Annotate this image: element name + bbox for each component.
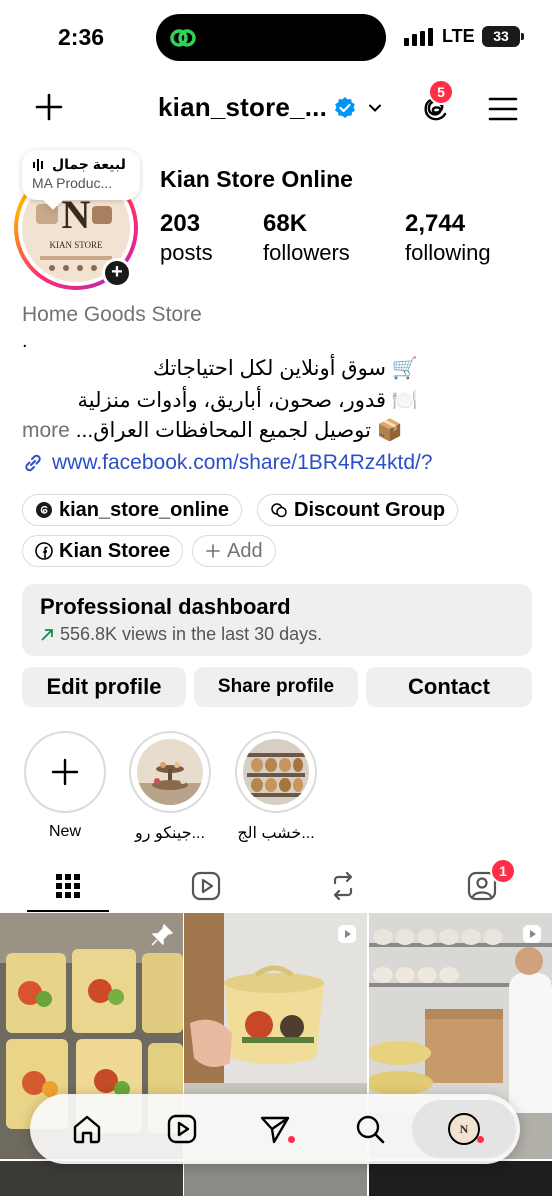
network-type: LTE — [442, 26, 475, 46]
profile-link-text: www.facebook.com/share/1BR4Rz4ktd/? — [52, 451, 433, 474]
reposts-icon[interactable] — [327, 870, 359, 902]
pinned-icon — [151, 924, 173, 946]
post-thumbnail[interactable] — [369, 1161, 552, 1196]
status-bar: 2:36 LTE 33 — [0, 0, 552, 70]
profile-avatar-icon[interactable]: N — [447, 1112, 481, 1146]
bio-line-truncated[interactable]: more 📦 توصيل لجميع المحافظات العراق... — [22, 418, 403, 443]
highlight-label: New — [48, 823, 81, 840]
stat-followers[interactable]: 68K followers — [263, 210, 350, 266]
chevron-down-icon — [369, 104, 381, 112]
stat-label: followers — [263, 240, 350, 265]
profile-header: kian_store_... 5 — [0, 79, 552, 136]
reel-indicator-icon — [338, 925, 356, 943]
plus-icon — [51, 758, 79, 786]
tagged-badge: 1 — [490, 858, 516, 884]
share-profile-button[interactable]: Share profile — [194, 667, 358, 707]
chip-label: kian_store_online — [59, 498, 230, 521]
plus-icon — [206, 544, 220, 558]
chip-add[interactable]: Add — [192, 535, 276, 567]
highlight-thumbnail — [137, 739, 203, 805]
menu-icon[interactable] — [488, 96, 518, 122]
music-title: لبيعة جمال — [52, 156, 126, 172]
chip-facebook[interactable]: Kian Storee — [22, 535, 184, 567]
profile-category: Home Goods Store — [22, 303, 202, 326]
threads-notification-badge: 5 — [428, 79, 454, 105]
edit-profile-button[interactable]: Edit profile — [22, 667, 186, 707]
facebook-icon — [35, 542, 53, 560]
dashboard-title: Professional dashboard — [40, 594, 291, 619]
stat-value: 203 — [160, 210, 201, 237]
signal-icon — [404, 28, 433, 46]
contact-button[interactable]: Contact — [366, 667, 532, 707]
bio-line: 🛒 سوق أونلاين لكل احتياجاتك — [152, 357, 418, 380]
stat-label: posts — [160, 240, 213, 265]
chip-label: Discount Group — [294, 498, 446, 521]
grid-icon[interactable] — [52, 870, 84, 902]
highlight-new[interactable]: New — [24, 731, 106, 841]
dynamic-island — [156, 14, 386, 61]
search-icon[interactable] — [353, 1112, 387, 1146]
profile-notification-dot — [477, 1136, 484, 1143]
highlight-label: جينكو رو... — [135, 825, 205, 842]
bio-more-link[interactable]: more — [22, 419, 70, 442]
highlight-item[interactable]: جينكو رو... — [129, 731, 211, 843]
dashboard-subtitle: 556.8K views in the last 30 days. — [40, 624, 514, 645]
professional-dashboard[interactable]: Professional dashboard 556.8K views in t… — [22, 584, 532, 656]
messages-notification-dot — [288, 1136, 295, 1143]
link-icon — [25, 454, 41, 472]
reels-icon[interactable] — [190, 870, 222, 902]
chip-discount-group[interactable]: Discount Group — [257, 494, 459, 526]
bio-line: 📦 توصيل لجميع المحافظات العراق... — [75, 419, 403, 442]
verified-badge-icon — [335, 96, 355, 118]
highlight-item[interactable]: خشب الج... — [235, 731, 317, 843]
stat-value: 2,744 — [405, 210, 466, 237]
threads-icon — [36, 502, 52, 518]
username: kian_store_... — [158, 92, 327, 122]
stat-value: 68K — [263, 210, 308, 237]
stat-posts[interactable]: 203 posts — [160, 210, 213, 266]
active-tab-indicator — [27, 910, 109, 912]
profile-link[interactable]: www.facebook.com/share/1BR4Rz4ktd/? — [22, 451, 433, 475]
audio-bars-icon — [33, 158, 43, 171]
messages-send-icon[interactable] — [258, 1112, 292, 1146]
post-thumbnail[interactable] — [0, 1161, 183, 1196]
svg-text:KIAN STORE: KIAN STORE — [49, 240, 103, 250]
profile-music-note[interactable]: لبيعة جمال MA Produc... — [22, 150, 140, 200]
bio-dot: . — [22, 330, 28, 352]
highlight-thumbnail — [243, 739, 309, 805]
account-switcher[interactable]: kian_store_... — [158, 92, 383, 123]
music-artist: MA Produc... — [32, 175, 113, 191]
chip-threads-profile[interactable]: kian_store_online — [22, 494, 243, 526]
post-thumbnail[interactable] — [184, 1161, 367, 1196]
chip-label: Kian Storee — [59, 539, 171, 562]
stat-following[interactable]: 2,744 following — [405, 210, 491, 266]
add-story-button[interactable]: + — [102, 258, 132, 288]
trending-up-icon — [41, 628, 53, 641]
status-time: 2:36 — [58, 24, 105, 50]
highlight-label: خشب الج... — [237, 825, 315, 842]
create-plus-icon[interactable] — [34, 92, 64, 122]
home-icon[interactable] — [70, 1112, 104, 1146]
bottom-navigation: N — [30, 1094, 520, 1164]
stat-label: following — [405, 240, 491, 265]
reels-nav-icon[interactable] — [165, 1112, 199, 1146]
display-name: Kian Store Online — [160, 166, 353, 192]
chat-group-icon — [271, 503, 287, 518]
svg-text:N: N — [460, 1122, 469, 1136]
profile-tabs: 1 — [0, 858, 552, 912]
battery-icon: 33 — [482, 26, 524, 47]
reel-indicator-icon — [523, 925, 541, 943]
bio-line: 🍽️ قدور، صحون، أباريق، وأدوات منزلية — [77, 389, 418, 412]
chip-label: Add — [227, 539, 263, 562]
dashboard-views: 556.8K views in the last 30 days. — [60, 624, 323, 644]
link-activity-icon — [170, 29, 196, 47]
